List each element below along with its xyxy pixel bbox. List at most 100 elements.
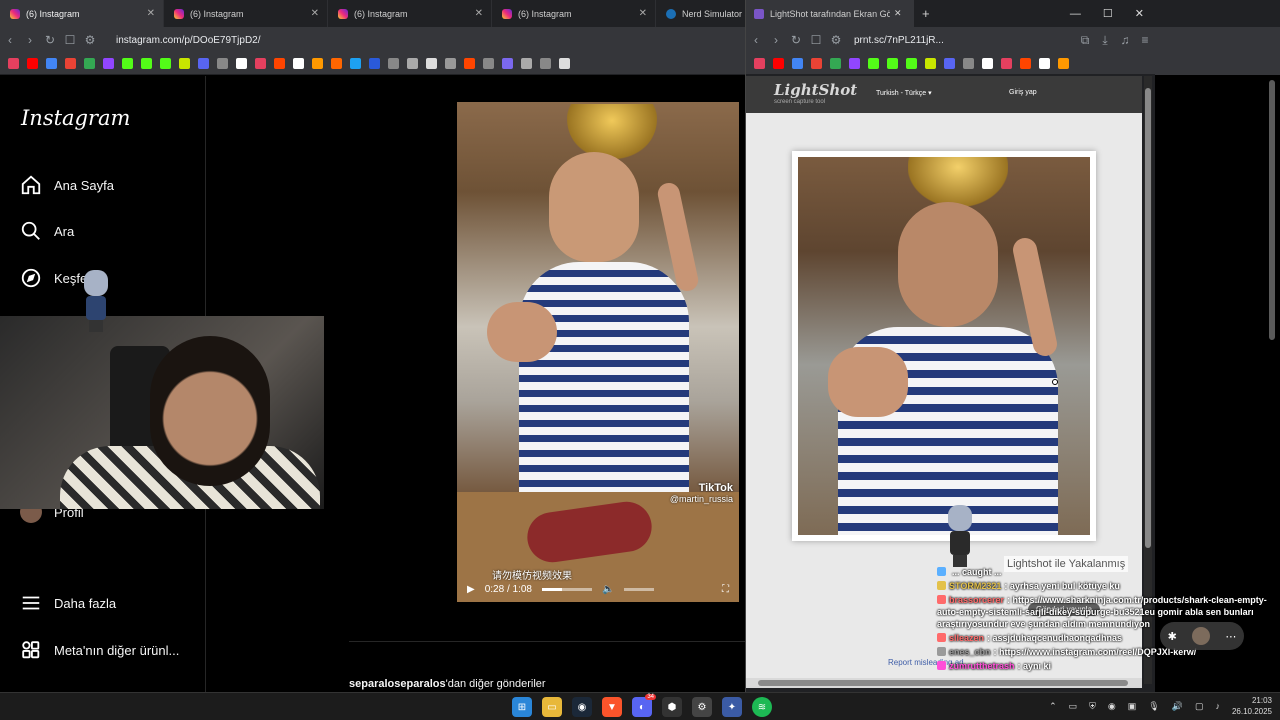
tab-0[interactable]: (6) Instagram ✕ — [0, 0, 164, 27]
forward-button[interactable]: › — [20, 33, 40, 47]
address-bar[interactable]: instagram.com/p/DOoE79TjpD2/ — [108, 30, 269, 50]
clock[interactable]: 21:03 26.10.2025 — [1232, 695, 1272, 717]
bookmark-favicon-icon[interactable] — [464, 58, 475, 69]
monitor-icon[interactable]: ▢ — [1195, 701, 1204, 712]
reload-button[interactable]: ↻ — [40, 33, 60, 47]
battery-icon[interactable]: ▭ — [1069, 701, 1078, 712]
microphone-icon[interactable]: 🎙 — [1148, 701, 1159, 712]
close-window-icon[interactable]: ✕ — [1135, 7, 1144, 20]
bookmark-favicon-icon[interactable] — [388, 58, 399, 69]
extensions-icon[interactable]: ⧉ — [1075, 33, 1095, 48]
nav-more[interactable]: Daha fazla — [20, 592, 116, 614]
bookmark-icon[interactable]: ☐ — [806, 33, 826, 47]
bookmark-favicon-icon[interactable] — [849, 58, 860, 69]
bookmark-favicon-icon[interactable] — [773, 58, 784, 69]
bookmark-favicon-icon[interactable] — [350, 58, 361, 69]
bookmark-favicon-icon[interactable] — [46, 58, 57, 69]
obs-icon[interactable]: ⬢ — [662, 697, 682, 717]
chat-username[interactable]: enes_cbn — [949, 647, 991, 657]
shield-icon[interactable]: ⛨ — [1089, 701, 1096, 712]
bookmark-favicon-icon[interactable] — [369, 58, 380, 69]
bookmark-favicon-icon[interactable] — [103, 58, 114, 69]
bookmark-favicon-icon[interactable] — [830, 58, 841, 69]
volume-icon[interactable]: ♪ — [1215, 701, 1220, 711]
bookmark-favicon-icon[interactable] — [27, 58, 38, 69]
tab-1[interactable]: (6) Instagram ✕ — [164, 0, 328, 27]
bookmark-favicon-icon[interactable] — [1020, 58, 1031, 69]
bookmark-favicon-icon[interactable] — [502, 58, 513, 69]
tab-close-icon[interactable]: ✕ — [639, 8, 647, 19]
bookmark-favicon-icon[interactable] — [84, 58, 95, 69]
menu-icon[interactable]: ≡ — [1135, 33, 1155, 47]
tab-3[interactable]: (6) Instagram ✕ — [492, 0, 656, 27]
forward-button[interactable]: › — [766, 33, 786, 47]
bookmark-favicon-icon[interactable] — [944, 58, 955, 69]
fullscreen-icon[interactable]: ⛶ — [722, 584, 729, 595]
steelseries-icon[interactable]: ⚙ — [692, 697, 712, 717]
bookmark-favicon-icon[interactable] — [122, 58, 133, 69]
tab-lightshot[interactable]: LightShot tarafından Ekran Görü ✕ — [746, 0, 914, 27]
tab-close-icon[interactable]: ✕ — [475, 8, 483, 19]
bookmark-favicon-icon[interactable] — [198, 58, 209, 69]
instagram-logo[interactable]: Instagram — [21, 106, 130, 130]
vertical-scroll-thumb[interactable] — [1145, 88, 1151, 548]
bookmark-favicon-icon[interactable] — [925, 58, 936, 69]
language-select[interactable]: Turkish - Türkçe ▾ — [876, 89, 932, 97]
bookmark-favicon-icon[interactable] — [407, 58, 418, 69]
chat-username[interactable]: STORM2321 — [949, 581, 1001, 591]
bookmark-favicon-icon[interactable] — [426, 58, 437, 69]
bookmark-favicon-icon[interactable] — [331, 58, 342, 69]
bookmark-favicon-icon[interactable] — [1058, 58, 1069, 69]
tray-expand-icon[interactable]: ⌃ — [1049, 701, 1057, 712]
back-button[interactable]: ‹ — [746, 33, 766, 47]
site-settings-icon[interactable]: ⚙ — [826, 33, 846, 47]
bookmark-favicon-icon[interactable] — [160, 58, 171, 69]
bookmark-favicon-icon[interactable] — [792, 58, 803, 69]
tab-close-icon[interactable]: ✕ — [311, 8, 319, 19]
bookmark-favicon-icon[interactable] — [255, 58, 266, 69]
bookmark-favicon-icon[interactable] — [293, 58, 304, 69]
bookmark-favicon-icon[interactable] — [179, 58, 190, 69]
discord-icon[interactable]: ◐ 34 — [632, 694, 656, 717]
tab-2[interactable]: (6) Instagram ✕ — [328, 0, 492, 27]
nav-meta-apps[interactable]: Meta'nın diğer ürünl... — [20, 639, 179, 661]
camera-icon[interactable]: ▣ — [1128, 701, 1137, 712]
tab-close-icon[interactable]: ✕ — [147, 8, 155, 19]
minimize-icon[interactable]: — — [1070, 8, 1081, 20]
back-button[interactable]: ‹ — [0, 33, 20, 47]
video-progress-bar[interactable] — [541, 587, 592, 591]
more-options-icon[interactable]: ⋯ — [1225, 630, 1236, 643]
chat-username[interactable]: slleazen — [949, 633, 984, 643]
volume-slider[interactable] — [624, 587, 655, 591]
bookmark-favicon-icon[interactable] — [445, 58, 456, 69]
site-settings-icon[interactable]: ⚙ — [80, 33, 100, 47]
windows-start-icon[interactable]: ⊞ — [512, 697, 532, 717]
bookmark-favicon-icon[interactable] — [963, 58, 974, 69]
bookmark-favicon-icon[interactable] — [274, 58, 285, 69]
bookmark-favicon-icon[interactable] — [906, 58, 917, 69]
bookmark-favicon-icon[interactable] — [65, 58, 76, 69]
bookmark-favicon-icon[interactable] — [521, 58, 532, 69]
bookmark-favicon-icon[interactable] — [559, 58, 570, 69]
lightshot-logo[interactable]: LightShot — [774, 81, 857, 99]
bookmark-favicon-icon[interactable] — [811, 58, 822, 69]
bookmark-favicon-icon[interactable] — [312, 58, 323, 69]
file-explorer-icon[interactable]: ▭ — [542, 697, 562, 717]
viewer-pill[interactable]: ✱ ⋯ — [1160, 622, 1244, 650]
bookmark-favicon-icon[interactable] — [483, 58, 494, 69]
tab-close-icon[interactable]: ✕ — [894, 8, 902, 19]
new-tab-button[interactable]: + — [914, 0, 938, 27]
bookmark-favicon-icon[interactable] — [141, 58, 152, 69]
download-icon[interactable]: ⤓ — [1095, 33, 1115, 48]
maximize-icon[interactable]: ☐ — [1103, 7, 1113, 20]
horizontal-scrollbar[interactable] — [746, 678, 1142, 688]
bookmark-favicon-icon[interactable] — [1039, 58, 1050, 69]
bookmark-favicon-icon[interactable] — [1001, 58, 1012, 69]
login-link[interactable]: Giriş yap — [1009, 89, 1037, 96]
reel-video[interactable]: TikTok @martin_russia 请勿模仿视频效果 ▶ 0:28 / … — [457, 102, 739, 602]
bookmark-favicon-icon[interactable] — [217, 58, 228, 69]
brave-icon[interactable]: ▼ — [602, 697, 622, 717]
speaker-icon[interactable]: 🔊 — [1172, 701, 1183, 712]
bookmark-favicon-icon[interactable] — [887, 58, 898, 69]
bookmark-favicon-icon[interactable] — [540, 58, 551, 69]
